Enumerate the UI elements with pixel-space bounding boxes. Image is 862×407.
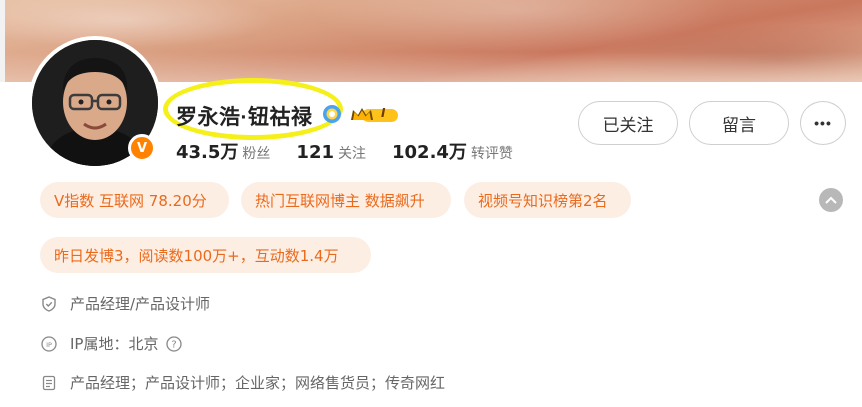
profile-stats: 43.5万 粉丝 121 关注 102.4万 转评赞 bbox=[176, 138, 539, 164]
fans-label: 粉丝 bbox=[242, 146, 271, 162]
user-name[interactable]: 罗永浩·钮祜禄 bbox=[176, 101, 313, 131]
cover-edge bbox=[0, 0, 5, 82]
info-title-row: 产品经理/产品设计师 bbox=[40, 293, 210, 314]
tag-yesterday-stats[interactable]: 昨日发博3，阅读数100万+，互动数1.4万 bbox=[40, 237, 371, 273]
tag-video-rank[interactable]: 视频号知识榜第2名 bbox=[464, 182, 631, 218]
fans-count[interactable]: 43.5万 bbox=[176, 138, 238, 164]
info-bio-row: 产品经理；产品设计师；企业家；网络售货员；传奇网红 bbox=[40, 372, 445, 393]
chevron-up-icon[interactable] bbox=[819, 188, 843, 212]
more-options-button[interactable]: ••• bbox=[800, 101, 846, 145]
info-ip-row: IP IP属地：北京 ? bbox=[40, 333, 183, 354]
tag-v-index[interactable]: V指数 互联网 78.20分 bbox=[40, 182, 229, 218]
following-label: 关注 bbox=[338, 146, 366, 162]
svg-text:IP: IP bbox=[46, 340, 52, 348]
question-icon[interactable]: ? bbox=[166, 335, 183, 352]
shield-icon bbox=[40, 295, 58, 313]
info-title: 产品经理/产品设计师 bbox=[70, 295, 211, 313]
svg-text:?: ? bbox=[172, 339, 177, 350]
engagement-label: 转评赞 bbox=[470, 146, 513, 162]
blue-verified-icon[interactable] bbox=[322, 104, 342, 124]
crown-vip-icon[interactable]: I bbox=[350, 106, 400, 124]
document-icon bbox=[40, 374, 58, 392]
info-bio: 产品经理；产品设计师；企业家；网络售货员；传奇网红 bbox=[70, 374, 446, 392]
tag-hot-blogger[interactable]: 热门互联网博主 数据飙升 bbox=[241, 182, 451, 218]
more-icon: ••• bbox=[814, 115, 832, 131]
message-button[interactable]: 留言 bbox=[689, 101, 789, 145]
followed-button[interactable]: 已关注 bbox=[578, 101, 678, 145]
engagement-count: 102.4万 bbox=[392, 142, 467, 163]
verified-v-badge: V bbox=[128, 134, 156, 162]
v-badge-label: V bbox=[136, 140, 148, 156]
name-row: 罗永浩·钮祜禄 bbox=[176, 100, 313, 132]
ip-icon: IP bbox=[40, 335, 58, 353]
vip-level: I bbox=[381, 106, 386, 120]
following-count[interactable]: 121 bbox=[296, 142, 334, 163]
info-ip: IP属地：北京 bbox=[70, 335, 159, 353]
